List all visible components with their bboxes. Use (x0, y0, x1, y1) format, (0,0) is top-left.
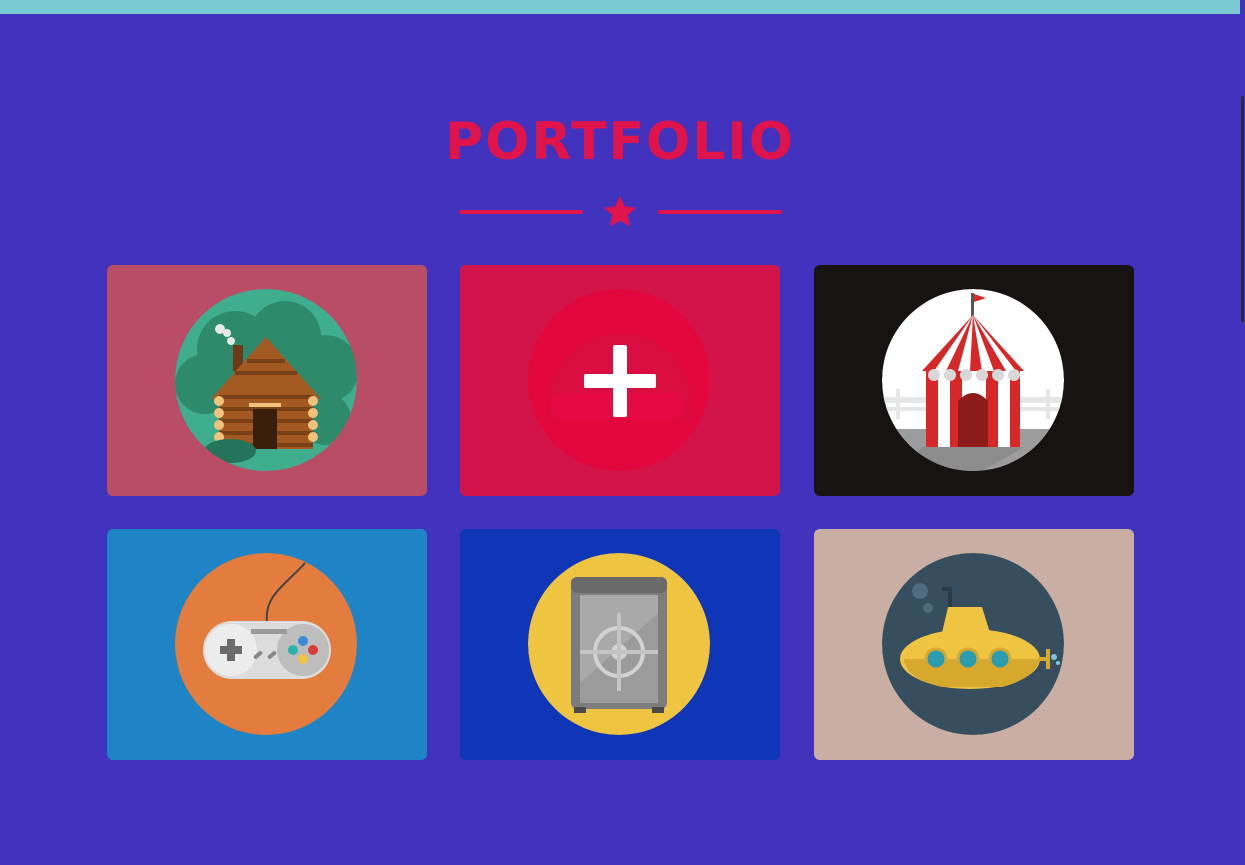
plus-icon (584, 345, 656, 417)
portfolio-item-circus[interactable] (814, 265, 1134, 496)
top-navbar (0, 0, 1240, 14)
title-divider (459, 196, 782, 228)
portfolio-item-hovered[interactable] (460, 265, 780, 496)
divider-line-right (658, 210, 782, 214)
portfolio-item-controller[interactable] (107, 529, 427, 760)
portfolio-item-submarine[interactable] (814, 529, 1134, 760)
divider-line-left (459, 210, 583, 214)
safe-icon (528, 553, 710, 735)
circus-tent-icon (882, 289, 1064, 471)
portfolio-item-cabin[interactable] (107, 265, 427, 496)
star-icon (604, 196, 636, 227)
scrollbar-thumb[interactable] (1241, 96, 1244, 322)
game-controller-icon (175, 553, 357, 735)
submarine-icon (882, 553, 1064, 735)
portfolio-item-safe[interactable] (460, 529, 780, 760)
section-title: PORTFOLIO (445, 112, 795, 172)
log-cabin-icon (175, 289, 357, 471)
